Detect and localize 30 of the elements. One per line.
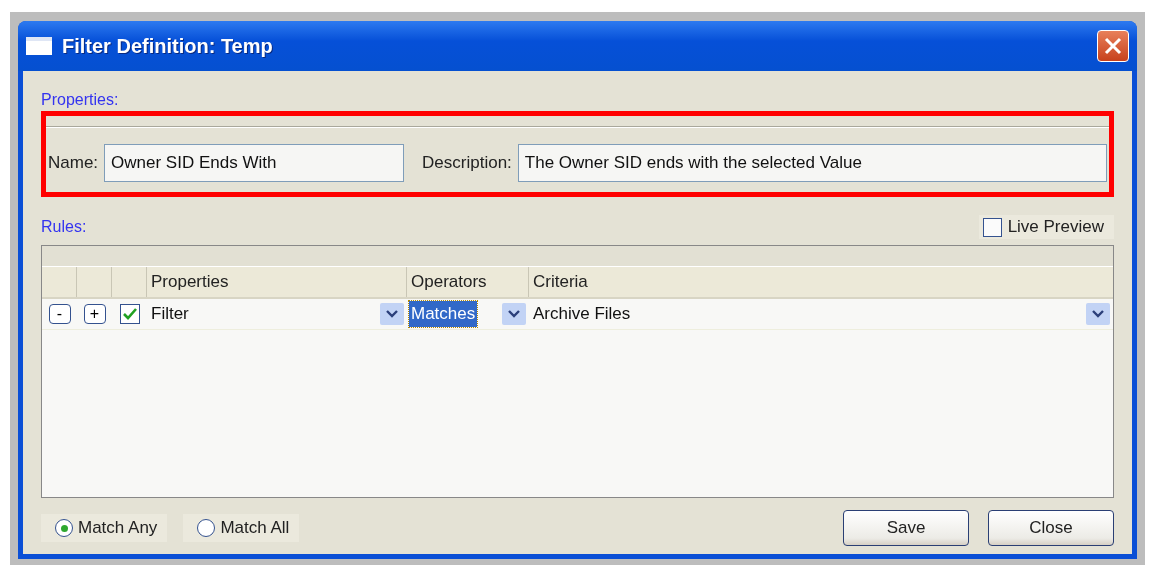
radio-option[interactable]: Match Any — [41, 514, 168, 542]
column-header[interactable]: Operators — [407, 267, 529, 297]
name-field[interactable]: Owner SID Ends With — [104, 144, 405, 182]
section-label: Rules: — [41, 218, 87, 236]
radio-label[interactable]: Match Any — [78, 518, 158, 538]
property-dropdown[interactable]: Filter — [147, 299, 407, 329]
save-button[interactable]: Save — [843, 510, 969, 546]
window-icon — [26, 37, 52, 55]
criteria-dropdown[interactable]: Archive Files — [529, 299, 1113, 329]
radio-option[interactable]: Match All — [183, 514, 300, 542]
chevron-down-icon — [1092, 310, 1104, 318]
column-header[interactable]: Properties — [147, 267, 407, 297]
operator-dropdown[interactable]: Matches — [407, 299, 529, 329]
remove-rule-button[interactable]: - — [48, 304, 71, 324]
add-rule-button[interactable]: + — [83, 304, 106, 324]
close-icon[interactable] — [1097, 30, 1129, 62]
radio-button[interactable] — [55, 519, 73, 537]
radio-label[interactable]: Match All — [220, 518, 290, 538]
rule-checkbox[interactable] — [119, 304, 140, 324]
description-field[interactable]: The Owner SID ends with the selected Value — [517, 144, 1107, 182]
live-preview-checkbox[interactable]: Live Preview — [978, 215, 1114, 239]
section-label: Properties: — [41, 91, 120, 109]
column-header[interactable]: Criteria — [529, 267, 1113, 297]
field-label: Name: — [48, 153, 99, 173]
radio-button[interactable] — [197, 519, 216, 537]
field-label: Description: — [422, 153, 512, 173]
close-button[interactable]: Close — [988, 510, 1114, 546]
window-title: Filter Definition: Temp — [62, 34, 274, 58]
chevron-down-icon — [386, 310, 398, 318]
chevron-down-icon — [508, 310, 520, 318]
